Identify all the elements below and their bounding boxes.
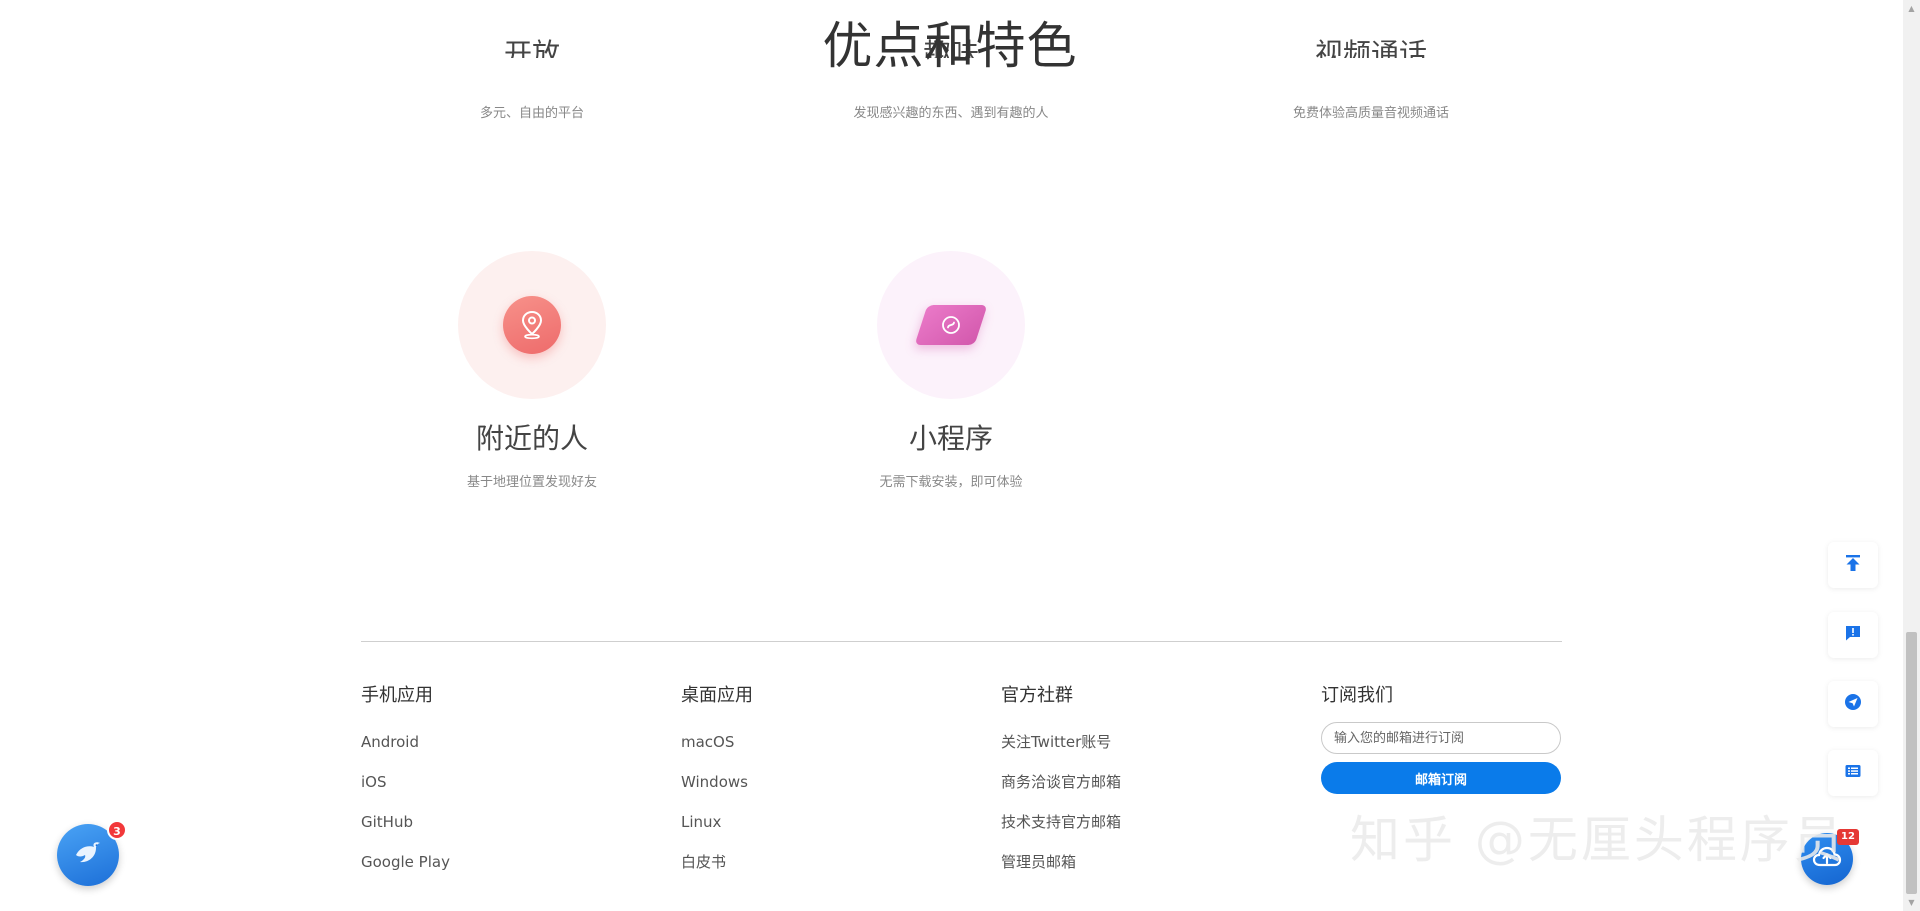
subscribe-button[interactable]: 邮箱订阅 [1321, 762, 1561, 794]
mini-program-icon [914, 305, 988, 345]
assistant-bird-button[interactable]: 3 [57, 820, 127, 886]
catalog-button[interactable] [1828, 750, 1878, 796]
link-macos[interactable]: macOS [681, 722, 981, 762]
link-google-play[interactable]: Google Play [361, 842, 661, 882]
feature-desc: 基于地理位置发现好友 [466, 475, 597, 490]
link-windows[interactable]: Windows [681, 762, 981, 802]
footer-col-title: 桌面应用 [681, 685, 753, 706]
feedback-button[interactable] [1828, 612, 1878, 658]
bird-icon [70, 835, 106, 875]
location-pin-icon [503, 296, 561, 354]
cloud-upload-icon [1812, 845, 1842, 873]
footer-divider [361, 641, 1562, 642]
footer-col-title: 官方社群 [1001, 685, 1073, 706]
send-icon [1844, 693, 1862, 715]
feature-nearby: 附近的人 基于地理位置发现好友 [382, 251, 682, 490]
feedback-icon [1844, 624, 1862, 646]
section-title: 优点和特色 [822, 17, 1078, 75]
footer-col-community: 官方社群 关注Twitter账号 商务洽谈官方邮箱 技术支持官方邮箱 管理员邮箱 [1001, 684, 1301, 882]
subscribe-email-input[interactable] [1321, 722, 1561, 754]
link-support-email[interactable]: 技术支持官方邮箱 [1001, 802, 1301, 842]
list-icon [1844, 762, 1862, 784]
back-to-top-button[interactable] [1828, 542, 1878, 588]
link-github[interactable]: GitHub [361, 802, 661, 842]
link-business-email[interactable]: 商务洽谈官方邮箱 [1001, 762, 1301, 802]
feature-mini-program: 小程序 无需下载安装，即可体验 [801, 251, 1101, 490]
link-admin-email[interactable]: 管理员邮箱 [1001, 842, 1301, 882]
link-twitter[interactable]: 关注Twitter账号 [1001, 722, 1301, 762]
feature-desc: 无需下载安装，即可体验 [879, 475, 1023, 490]
feature-desc: 发现感兴趣的东西、遇到有趣的人 [853, 106, 1049, 121]
link-ios[interactable]: iOS [361, 762, 661, 802]
footer-col-desktop: 桌面应用 macOS Windows Linux 白皮书 [681, 684, 981, 882]
footer-col-title: 订阅我们 [1321, 685, 1393, 706]
feature-desc: 多元、自由的平台 [479, 106, 584, 121]
feature-name: 小程序 [908, 422, 993, 455]
link-android[interactable]: Android [361, 722, 661, 762]
share-button[interactable] [1828, 681, 1878, 727]
watermark: 知乎 @无厘头程序员 [1350, 811, 1846, 869]
page: 优点和特色 开放 多元、自由的平台 趣味 发现感兴趣的东西、遇到有趣的人 视频通… [0, 0, 1920, 911]
scroll-down-arrow-icon[interactable]: ▼ [1903, 894, 1920, 911]
cloud-badge: 12 [1837, 829, 1859, 845]
footer-col-subscribe: 订阅我们 邮箱订阅 [1321, 684, 1581, 794]
footer-col-mobile: 手机应用 Android iOS GitHub Google Play [361, 684, 661, 882]
feature-icon-bg [877, 251, 1025, 399]
scroll-up-arrow-icon[interactable]: ▲ [1903, 0, 1920, 17]
scrollbar-thumb[interactable] [1906, 632, 1917, 894]
link-whitepaper[interactable]: 白皮书 [681, 842, 981, 882]
footer-col-title: 手机应用 [361, 685, 433, 706]
feature-desc: 免费体验高质量音视频通话 [1292, 106, 1449, 121]
cloud-upload-button[interactable]: 12 [1801, 829, 1859, 885]
back-to-top-icon [1844, 554, 1862, 576]
feature-name: 附近的人 [475, 422, 588, 455]
feature-icon-bg [458, 251, 606, 399]
notification-badge: 3 [107, 820, 127, 840]
link-linux[interactable]: Linux [681, 802, 981, 842]
